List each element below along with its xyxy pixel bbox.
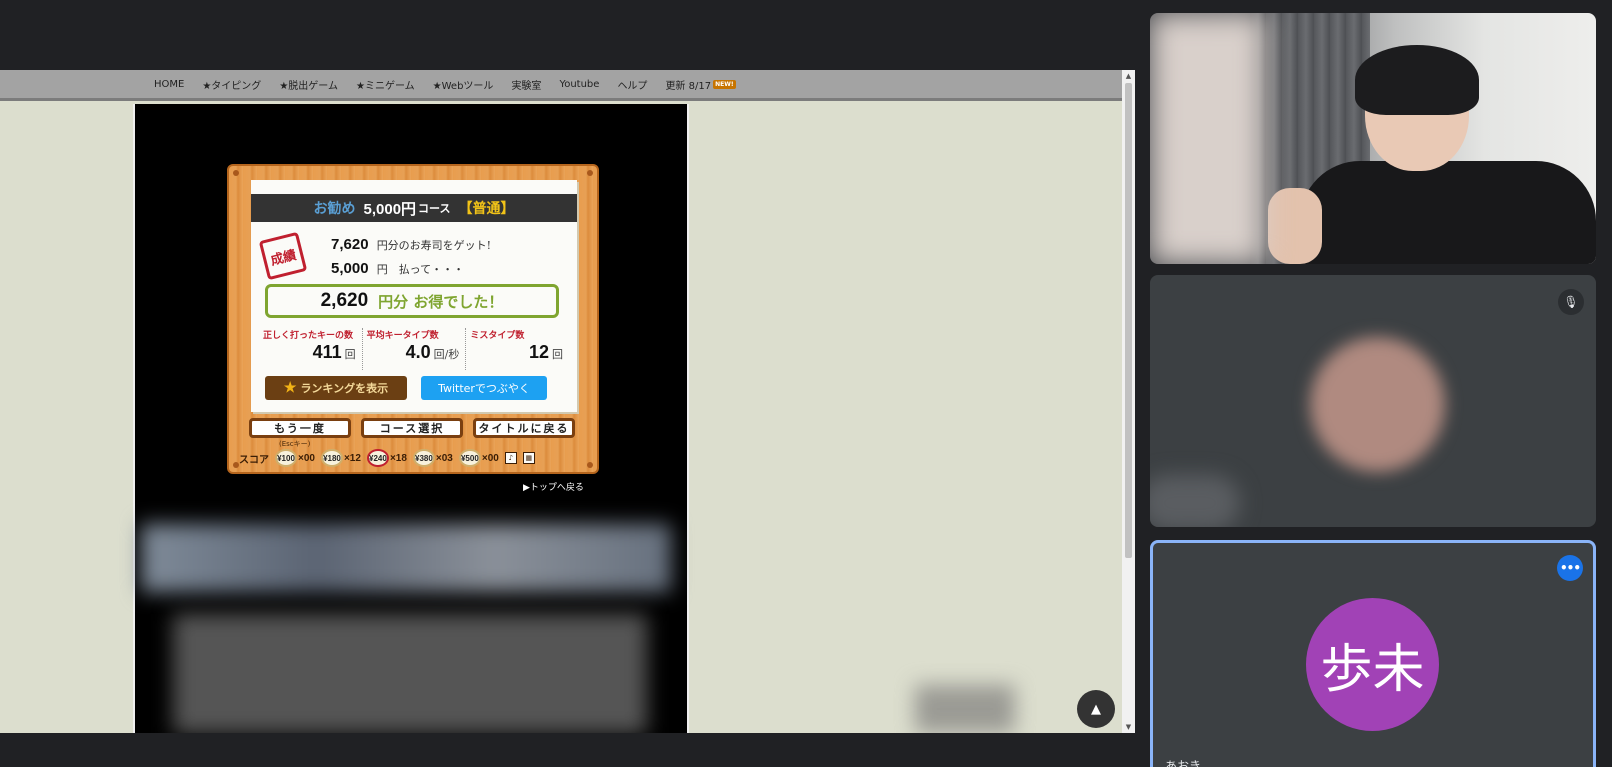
stats-row: 正しく打ったキーの数 411 回 平均キータイプ数 4.0 回/秒 ミスタイプ数 1… [259, 328, 569, 370]
retry-button[interactable]: もう一度 [249, 418, 351, 438]
settings-icon[interactable]: ▦ [522, 452, 535, 464]
blurred-banner [141, 524, 671, 592]
blurred-name [1150, 475, 1240, 527]
mic-off-icon: 🎙︎ [1558, 289, 1584, 315]
nav-help[interactable]: ヘルプ [617, 77, 647, 92]
stat-unit: 回/秒 [433, 348, 460, 361]
got-text: 円分のお寿司をゲット! [376, 239, 492, 252]
plate-price: ¥240 [366, 449, 389, 467]
nav-update-label: 更新 8/17 [665, 80, 712, 92]
game-frame: お勧め 5,000円 コース 【普通】 成績 7,620 円分のお寿司をゲット!… [133, 104, 689, 733]
plate-count: ×18 [389, 452, 407, 464]
participant-self-tile[interactable]: ••• 歩未 あおき [1150, 540, 1596, 767]
nav-typing[interactable]: ★タイピング [202, 77, 261, 92]
got-row: 7,620 円分のお寿司をゲット! [331, 236, 491, 253]
course-level: 【普通】 [458, 201, 515, 217]
stat-correct-keys: 正しく打ったキーの数 411 回 [259, 328, 362, 370]
scroll-thumb[interactable] [1125, 83, 1132, 558]
course-suffix: コース [418, 202, 451, 215]
course-prefix: お勧め [313, 201, 356, 217]
stat-number: 4.0 [405, 342, 431, 362]
blurred-avatar [1310, 337, 1445, 472]
back-to-top-link[interactable]: ▶トップへ戻る [523, 480, 584, 493]
course-select-button[interactable]: コース選択 [361, 418, 463, 438]
scroll-down-arrow-icon[interactable]: ▼ [1122, 721, 1135, 733]
result-panel: お勧め 5,000円 コース 【普通】 成績 7,620 円分のお寿司をゲット!… [227, 164, 599, 474]
result-stamp: 成績 [258, 231, 308, 281]
stat-misses: ミスタイプ数 12 回 [465, 328, 569, 370]
profit-amount: 2,620 [320, 290, 369, 311]
participant-body [1300, 161, 1596, 264]
scroll-to-top-button[interactable]: ▲ [1077, 690, 1115, 728]
show-ranking-button[interactable]: ★ ランキングを表示 [265, 376, 407, 400]
blurred-region [1150, 13, 1265, 264]
got-amount: 7,620 [331, 236, 369, 253]
plate-180: ¥180 ×12 [320, 449, 361, 467]
nav-mini-game[interactable]: ★ミニゲーム [356, 77, 415, 92]
participant-hair [1355, 45, 1479, 115]
stat-value: 4.0 回/秒 [406, 342, 460, 363]
plate-count: ×12 [343, 452, 361, 464]
peace-sign-hand [1268, 188, 1322, 264]
course-bar: お勧め 5,000円 コース 【普通】 [251, 194, 577, 222]
nav-youtube[interactable]: Youtube [559, 79, 599, 90]
plate-240: ¥240 ×18 [366, 449, 407, 467]
nav-update[interactable]: 更新 8/17 NEW! [665, 77, 736, 92]
participant-video-tile[interactable] [1150, 13, 1596, 264]
site-navbar: HOME ★タイピング ★脱出ゲーム ★ミニゲーム ★Webツール 実験室 Yo… [0, 70, 1122, 101]
paid-row: 5,000 円 払って・・・ [331, 260, 464, 277]
star-icon: ★ [283, 380, 297, 396]
page-scrollbar[interactable]: ▲ ▼ [1122, 70, 1135, 733]
plate-count: ×00 [481, 452, 499, 464]
plate-100: ¥100 ×00 [275, 449, 315, 467]
more-options-button[interactable]: ••• [1557, 555, 1583, 581]
stat-number: 12 [528, 342, 550, 362]
nav-web-tool[interactable]: ★Webツール [433, 77, 494, 92]
paid-text: 円 払って・・・ [376, 263, 465, 276]
plate-count: ×03 [435, 452, 453, 464]
stat-value: 411 回 [313, 342, 356, 363]
plate-count: ×00 [298, 452, 315, 464]
arrow-up-icon: ▲ [1091, 701, 1101, 717]
course-price: 5,000円 [363, 200, 417, 218]
stat-unit: 回 [552, 348, 564, 361]
stat-value: 12 回 [529, 342, 563, 363]
ranking-label: ランキングを表示 [300, 382, 389, 395]
plate-380: ¥380 ×03 [412, 449, 453, 467]
avatar: 歩未 [1306, 598, 1439, 731]
nav-lab[interactable]: 実験室 [511, 77, 541, 92]
plate-price: ¥500 [458, 449, 481, 467]
shared-screen: HOME ★タイピング ★脱出ゲーム ★ミニゲーム ★Webツール 実験室 Yo… [0, 70, 1135, 733]
stat-label: 正しく打ったキーの数 [263, 331, 354, 341]
plate-price: ¥100 [275, 449, 297, 467]
result-paper: お勧め 5,000円 コース 【普通】 成績 7,620 円分のお寿司をゲット!… [251, 180, 577, 412]
participant-muted-tile[interactable]: 🎙︎ [1150, 275, 1596, 527]
new-badge: NEW! [713, 79, 736, 89]
nav-escape-game[interactable]: ★脱出ゲーム [279, 77, 338, 92]
rivet [233, 170, 239, 176]
plate-price: ¥180 [320, 449, 343, 467]
stat-unit: 回 [344, 348, 356, 361]
sound-icon[interactable]: ♪ [504, 452, 517, 464]
stat-number: 411 [312, 342, 342, 362]
paid-amount: 5,000 [331, 260, 369, 277]
score-label: スコア [239, 454, 269, 466]
stat-label: ミスタイプ数 [470, 331, 525, 341]
score-row: スコア ¥100 ×00 ¥180 ×12 ¥240 ×18 ¥380 ×03 ¥500… [239, 448, 589, 468]
scroll-up-arrow-icon[interactable]: ▲ [1122, 70, 1135, 82]
stat-label: 平均キータイプ数 [366, 331, 439, 341]
plate-price: ¥380 [412, 449, 435, 467]
plate-500: ¥500 ×00 [458, 449, 499, 467]
profit-text: 円分 お得でした！ [378, 292, 504, 311]
twitter-share-button[interactable]: Twitterでつぶやく [421, 376, 547, 400]
nav-home[interactable]: HOME [154, 79, 184, 90]
stat-keys-per-second: 平均キータイプ数 4.0 回/秒 [361, 328, 466, 370]
blurred-content [173, 614, 647, 733]
back-to-title-button[interactable]: タイトルに戻る [473, 418, 575, 438]
more-options-icon: ••• [1559, 561, 1581, 575]
participant-name: あおき [1165, 759, 1202, 767]
rivet [587, 170, 593, 176]
blurred-overlay [915, 685, 1015, 733]
profit-box: 2,620 円分 お得でした！ [265, 284, 559, 318]
